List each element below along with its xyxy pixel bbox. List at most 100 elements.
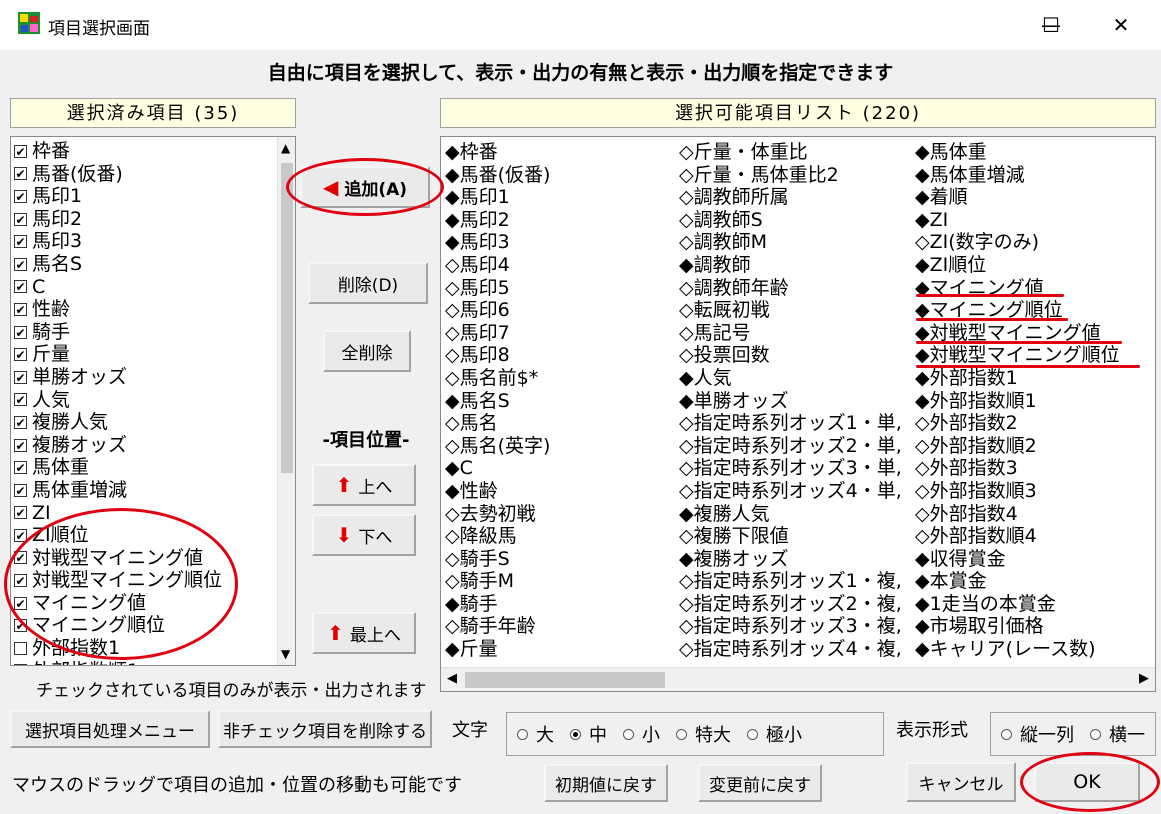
left-scrollbar-thumb[interactable] [281,163,293,473]
font_size-radio[interactable]: 特大 [676,721,731,747]
available-item[interactable]: ◆対戦型マイニング順位 [915,344,1153,367]
available-item[interactable]: ◆馬名S [445,390,673,413]
available-item[interactable]: ◆ZI [915,209,1153,232]
item-checkbox[interactable]: ✔ [14,415,27,429]
selected-item[interactable]: 外部指数順1 [14,660,276,665]
available-item[interactable]: ◇騎手M [445,570,673,593]
selected-item[interactable]: ✔ 人気 [14,389,276,412]
radio-circle-icon[interactable] [676,728,687,740]
available-item[interactable]: ◆斤量 [445,638,673,661]
available-item[interactable]: ◇外部指数3 [915,457,1153,480]
move-top-button[interactable]: ⬆ 最上へ [312,612,416,654]
item-checkbox[interactable]: ✔ [14,506,27,520]
item-checkbox[interactable]: ✔ [14,189,27,203]
available-item[interactable]: ◇調教師S [679,209,915,232]
available-item[interactable]: ◇指定時系列オッズ1・複, [679,570,915,593]
item-checkbox[interactable]: ✔ [14,483,27,497]
available-item[interactable]: ◆騎手 [445,593,673,616]
radio-circle-icon[interactable] [1090,728,1101,740]
selected-item[interactable]: ✔ 馬体重 [14,456,276,479]
font_size-radio[interactable]: 大 [517,721,554,747]
scroll-left-icon[interactable]: ◀ [447,671,457,686]
available-item[interactable]: ◇調教師年齢 [679,277,915,300]
display_format-radio[interactable]: 縦一列 [1001,721,1074,747]
available-item[interactable]: ◇指定時系列オッズ4・複, [679,638,915,661]
available-item[interactable]: ◇馬印6 [445,299,673,322]
move-down-button[interactable]: ⬇ 下へ [312,514,416,556]
available-item[interactable]: ◆人気 [679,367,915,390]
item-checkbox[interactable]: ✔ [14,144,27,158]
available-item[interactable]: ◇複勝下限値 [679,525,915,548]
reset-default-button[interactable]: 初期値に戻す [544,764,668,802]
selected-item[interactable]: ✔ C [14,276,276,299]
available-item[interactable]: ◇外部指数4 [915,503,1153,526]
available-item[interactable]: ◇外部指数順2 [915,435,1153,458]
selected-item[interactable]: ✔ 単勝オッズ [14,366,276,389]
maximize-button[interactable]: ☐ [1016,0,1086,50]
available-item[interactable]: ◇馬名 [445,412,673,435]
selected-item[interactable]: ✔ 馬印1 [14,185,276,208]
item-checkbox[interactable]: ✔ [14,257,27,271]
item-checkbox[interactable] [14,664,27,665]
available-item[interactable]: ◇馬名(英字) [445,435,673,458]
selected-item[interactable]: ✔ 複勝オッズ [14,434,276,457]
selected-item[interactable]: ✔ 複勝人気 [14,411,276,434]
radio-circle-icon[interactable] [623,728,634,740]
available-item[interactable]: ◇指定時系列オッズ3・複, [679,615,915,638]
available-item[interactable]: ◇外部指数順3 [915,480,1153,503]
available-item[interactable]: ◇外部指数2 [915,412,1153,435]
scroll-up-icon[interactable]: ▲ [281,141,290,155]
available-item[interactable]: ◆単勝オッズ [679,390,915,413]
scroll-down-icon[interactable]: ▼ [281,647,290,661]
available-item[interactable]: ◆馬体重 [915,141,1153,164]
available-item[interactable]: ◇馬記号 [679,322,915,345]
left-scrollbar[interactable]: ▲ ▼ [277,137,295,665]
available-item[interactable]: ◇馬印7 [445,322,673,345]
available-item[interactable]: ◇調教師所属 [679,186,915,209]
cancel-button[interactable]: キャンセル [906,762,1016,802]
available-item[interactable]: ◇馬印5 [445,277,673,300]
item-checkbox[interactable]: ✔ [14,167,27,181]
available-item[interactable]: ◆馬印2 [445,209,673,232]
available-item[interactable]: ◆着順 [915,186,1153,209]
item-checkbox[interactable]: ✔ [14,348,27,362]
available-item[interactable]: ◇騎手年齢 [445,615,673,638]
available-item[interactable]: ◇去勢初戦 [445,503,673,526]
close-button[interactable]: ✕ [1086,0,1156,50]
horizontal-scrollbar[interactable]: ◀ ▶ [441,667,1155,691]
item-checkbox[interactable]: ✔ [14,370,27,384]
available-item[interactable]: ◆収得賞金 [915,548,1153,571]
item-checkbox[interactable]: ✔ [14,280,27,294]
scroll-right-icon[interactable]: ▶ [1139,671,1149,686]
available-item[interactable]: ◇調教師M [679,231,915,254]
available-item[interactable]: ◆性齢 [445,480,673,503]
selected-item[interactable]: ✔ 性齢 [14,298,276,321]
font_size-radio[interactable]: 中 [570,721,607,747]
selected-item[interactable]: ✔ 馬番(仮番) [14,163,276,186]
item-checkbox[interactable]: ✔ [14,212,27,226]
available-item[interactable]: ◇斤量・馬体重比2 [679,164,915,187]
delete-unchecked-button[interactable]: 非チェック項目を削除する [218,710,432,748]
available-item[interactable]: ◇指定時系列オッズ3・単, [679,457,915,480]
selected-item[interactable]: ✔ 馬体重増減 [14,479,276,502]
move-up-button[interactable]: ⬆ 上へ [312,464,416,506]
available-item[interactable]: ◇投票回数 [679,344,915,367]
radio-circle-icon[interactable] [1001,728,1012,740]
available-item[interactable]: ◆馬番(仮番) [445,164,673,187]
available-item[interactable]: ◇ZI(数字のみ) [915,231,1153,254]
available-item[interactable]: ◇馬印8 [445,344,673,367]
selected-item[interactable]: ✔ 斤量 [14,343,276,366]
delete-all-button[interactable]: 全削除 [323,330,411,372]
item-checkbox[interactable]: ✔ [14,438,27,452]
available-item[interactable]: ◆C [445,457,673,480]
radio-circle-icon[interactable] [747,728,758,740]
item-checkbox[interactable]: ✔ [14,302,27,316]
available-item[interactable]: ◇指定時系列オッズ1・単, [679,412,915,435]
selected-item[interactable]: ✔ 馬印2 [14,208,276,231]
available-item[interactable]: ◆馬印1 [445,186,673,209]
available-item[interactable]: ◆馬体重増減 [915,164,1153,187]
available-item[interactable]: ◇外部指数順4 [915,525,1153,548]
available-item[interactable]: ◇転厩初戦 [679,299,915,322]
selected-item[interactable]: ✔ 馬名S [14,253,276,276]
available-item[interactable]: ◆外部指数順1 [915,390,1153,413]
